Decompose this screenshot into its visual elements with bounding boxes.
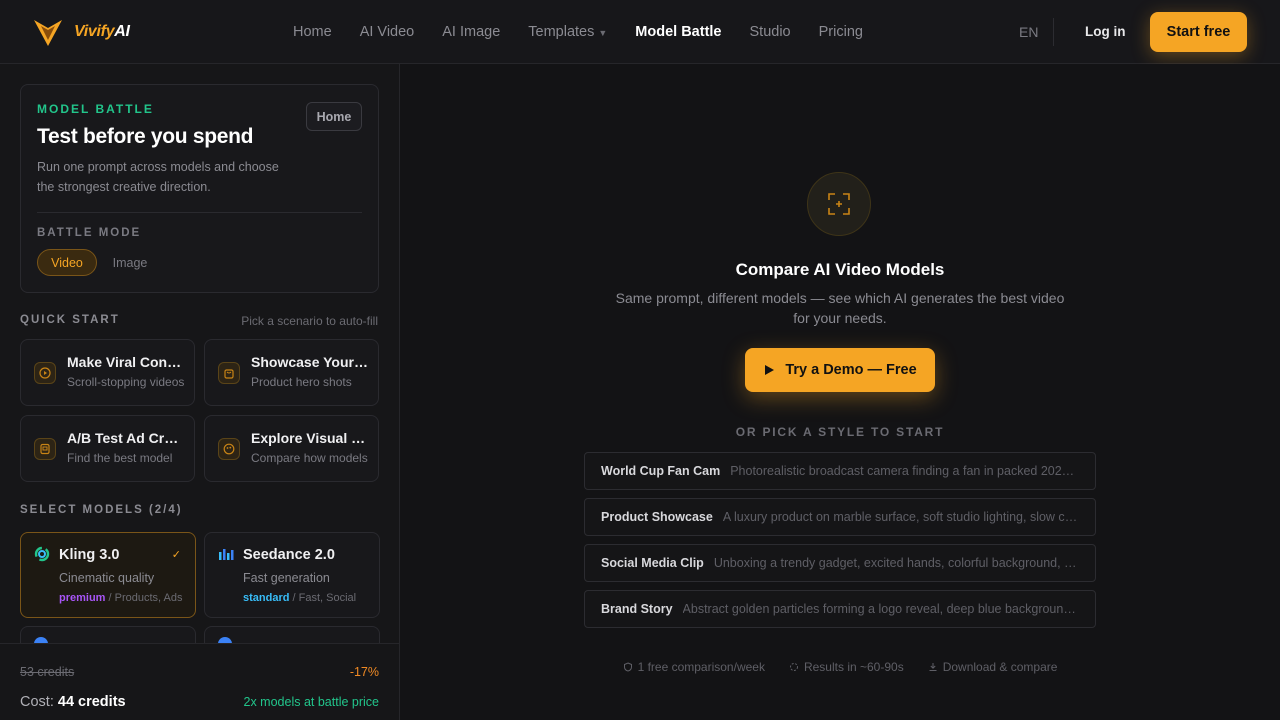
quick-start-viral[interactable]: Make Viral Content Scroll-stopping video… (20, 339, 195, 406)
feature-label: Results in ~60-90s (803, 660, 904, 674)
tier-label: premium (59, 592, 106, 604)
style-prompt: Photorealistic broadcast camera finding … (730, 464, 1079, 478)
model-tier: premium / Products, Ads (59, 592, 183, 604)
feature-item: Download & compare (928, 660, 1058, 674)
download-icon (929, 663, 937, 671)
feature-list: 1 free comparison/week Results in ~60-90… (400, 660, 1280, 674)
nav-divider (1053, 18, 1054, 46)
model-card-kling[interactable]: Kling 3.0 ✓ Cinematic quality premium / … (20, 532, 196, 618)
chevron-down-icon: ▼ (598, 28, 608, 38)
feature-item: 1 free comparison/week (623, 660, 765, 674)
divider (37, 212, 362, 213)
nav-pricing[interactable]: Pricing (819, 24, 863, 40)
model-name: Kling 3.0 (59, 547, 120, 563)
frame-icon (807, 172, 871, 236)
quick-start-hint: Pick a scenario to auto-fill (241, 314, 378, 328)
intro-card: MODEL BATTLE Home Test before you spend … (20, 84, 379, 293)
style-option-world-cup[interactable]: World Cup Fan Cam Photorealistic broadca… (584, 452, 1096, 490)
quick-start-title: A/B Test Ad Creatives (67, 430, 185, 446)
tier-label: standard (243, 592, 290, 604)
battle-price-note: 2x models at battle price (243, 695, 380, 709)
top-navigation: VivifyAI Home AI Video AI Image Template… (0, 0, 1280, 64)
original-price: 53 credits (20, 665, 75, 679)
quick-start-styles[interactable]: Explore Visual Styles Compare how models (204, 415, 379, 482)
nav-ai-image[interactable]: AI Image (442, 24, 500, 40)
nav-model-battle[interactable]: Model Battle (635, 24, 721, 40)
brand-name: VivifyAI (74, 23, 130, 40)
main-nav: Home AI Video AI Image Templates ▼ Model … (293, 0, 863, 64)
logo-icon (34, 20, 62, 46)
cost-label: Cost: (20, 694, 54, 710)
quick-start-title: Showcase Your Product (251, 354, 369, 370)
nav-studio[interactable]: Studio (750, 24, 791, 40)
nav-templates-label: Templates (528, 24, 595, 40)
try-demo-button[interactable]: Try a Demo — Free (745, 348, 935, 392)
try-demo-label: Try a Demo — Free (785, 362, 917, 378)
quick-start-showcase[interactable]: Showcase Your Product Product hero shots (204, 339, 379, 406)
main-subtitle: Same prompt, different models — see whic… (615, 290, 1065, 326)
checkmark-icon: ✓ (171, 549, 181, 561)
style-name: Brand Story (601, 602, 673, 616)
cost-footer: 53 credits -17% Cost: 44 credits 2x mode… (0, 643, 399, 720)
style-option-brand-story[interactable]: Brand Story Abstract golden particles fo… (584, 590, 1096, 628)
play-icon (765, 365, 775, 375)
feature-label: Download & compare (942, 660, 1058, 674)
battle-mode-label: BATTLE MODE (37, 227, 142, 239)
main-title: Compare AI Video Models (735, 260, 945, 279)
cost-value: 44 credits (57, 694, 126, 710)
style-name: Social Media Clip (601, 556, 704, 570)
main-content: Compare AI Video Models Same prompt, dif… (400, 64, 1280, 720)
shield-icon (623, 662, 632, 672)
start-free-button[interactable]: Start free (1150, 12, 1247, 52)
kling-logo-icon (34, 546, 50, 562)
mode-image-tab[interactable]: Image (105, 249, 155, 276)
style-prompt: A luxury product on marble surface, soft… (722, 510, 1079, 524)
language-selector[interactable]: EN (1019, 24, 1038, 40)
seedance-logo-icon (219, 549, 234, 560)
style-option-social-media[interactable]: Social Media Clip Unboxing a trendy gadg… (584, 544, 1096, 582)
style-option-product-showcase[interactable]: Product Showcase A luxury product on mar… (584, 498, 1096, 536)
style-picker-label: OR PICK A STYLE TO START (735, 425, 945, 439)
ad-icon (34, 438, 56, 460)
nav-home[interactable]: Home (293, 24, 332, 40)
left-panel: MODEL BATTLE Home Test before you spend … (0, 64, 400, 720)
spinner-icon (789, 663, 798, 671)
model-description: Fast generation (243, 571, 330, 585)
quick-start-title: Explore Visual Styles (251, 430, 369, 446)
feature-item: Results in ~60-90s (789, 660, 904, 674)
feature-label: 1 free comparison/week (637, 660, 765, 674)
quick-start-title: Make Viral Content (67, 354, 185, 370)
nav-templates[interactable]: Templates ▼ (528, 24, 607, 40)
eyebrow-label: MODEL BATTLE (37, 102, 154, 116)
mode-video-tab[interactable]: Video (37, 249, 97, 276)
palette-icon (218, 438, 240, 460)
quick-start-subtitle: Compare how models (251, 451, 368, 465)
model-name: Seedance 2.0 (243, 547, 335, 563)
home-button[interactable]: Home (306, 102, 362, 131)
style-name: Product Showcase (601, 510, 713, 524)
style-name: World Cup Fan Cam (601, 464, 721, 478)
model-tags: / Products, Ads (108, 592, 183, 604)
quick-start-subtitle: Scroll-stopping videos (67, 375, 185, 389)
page-title: Test before you spend (37, 125, 254, 148)
quick-start-label: QUICK START (20, 314, 120, 326)
select-models-label: SELECT MODELS (2/4) (20, 504, 183, 516)
bag-icon (218, 362, 240, 384)
brand-logo[interactable]: VivifyAI (32, 16, 130, 48)
login-link[interactable]: Log in (1085, 24, 1126, 39)
quick-start-subtitle: Find the best model (67, 451, 173, 465)
model-description: Cinematic quality (59, 571, 155, 585)
discount-badge: -17% (349, 665, 379, 679)
quick-start-subtitle: Product hero shots (251, 375, 352, 389)
play-icon (34, 362, 56, 384)
style-prompt: Unboxing a trendy gadget, excited hands,… (713, 556, 1079, 570)
model-card-seedance[interactable]: Seedance 2.0 Fast generation standard / … (204, 532, 380, 618)
model-tags: / Fast, Social (292, 592, 357, 604)
model-tier: standard / Fast, Social (243, 592, 356, 604)
page-description: Run one prompt across models and choose … (37, 160, 279, 194)
quick-start-ab-test[interactable]: A/B Test Ad Creatives Find the best mode… (20, 415, 195, 482)
cost-summary: Cost: 44 credits (20, 694, 126, 710)
nav-ai-video[interactable]: AI Video (360, 24, 415, 40)
style-prompt: Abstract golden particles forming a logo… (682, 602, 1079, 616)
